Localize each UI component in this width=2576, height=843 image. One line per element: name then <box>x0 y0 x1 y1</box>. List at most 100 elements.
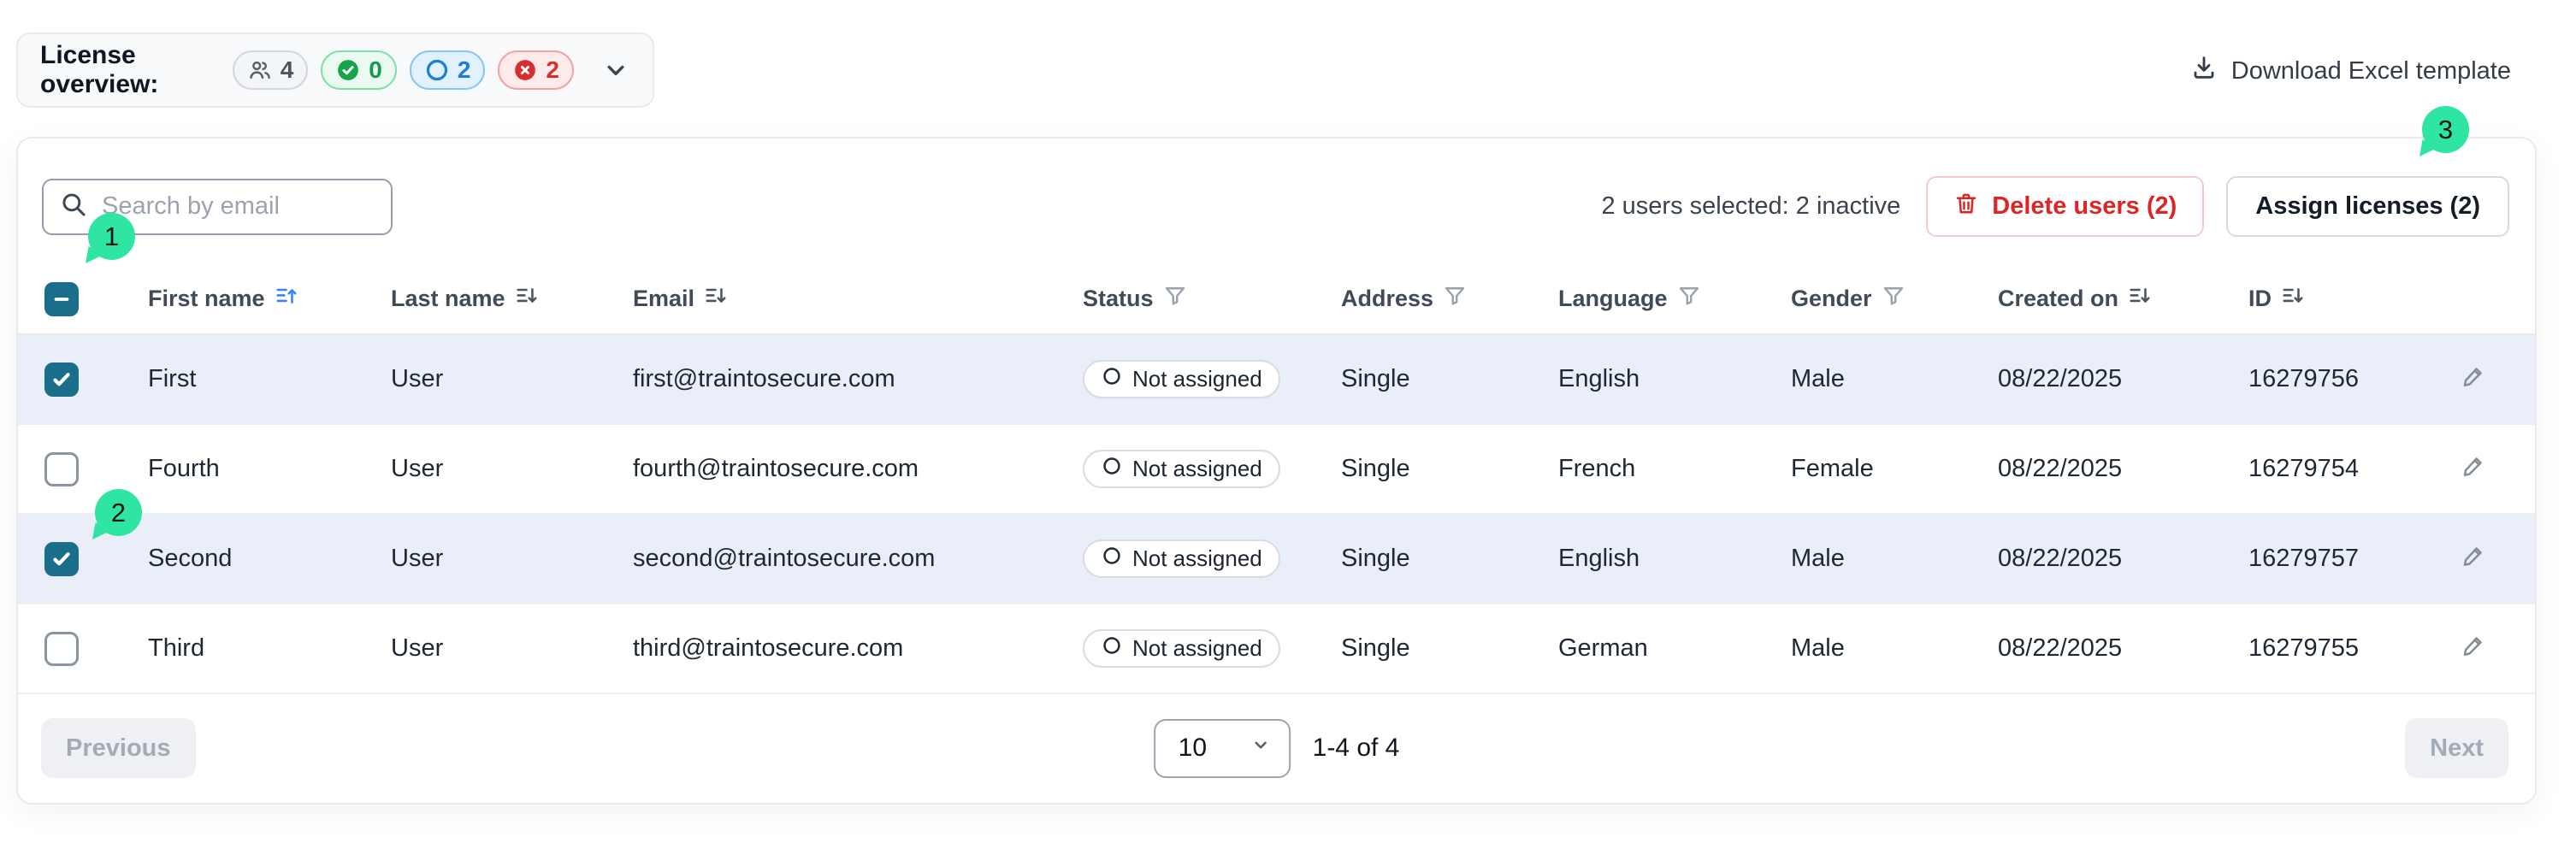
cell-language: German <box>1558 634 1791 663</box>
badge-inactive: 2 <box>498 50 574 90</box>
row-checkbox[interactable] <box>44 452 79 486</box>
previous-button[interactable]: Previous <box>41 718 196 778</box>
cell-last-name: User <box>391 634 633 663</box>
table-row: Second User second@traintosecure.com Not… <box>18 515 2535 604</box>
status-badge: Not assigned <box>1083 539 1280 578</box>
column-header-status[interactable]: Status <box>1083 284 1341 314</box>
users-table-panel: 2 users selected: 2 inactive Delete user… <box>16 137 2537 805</box>
cell-id: 16279756 <box>2248 365 2460 393</box>
table-row: First User first@traintosecure.com Not a… <box>18 335 2535 425</box>
chevron-down-icon <box>1250 734 1272 763</box>
cell-email: first@traintosecure.com <box>633 365 1083 393</box>
badge-total-users: 4 <box>233 50 309 90</box>
table-row: Third User third@traintosecure.com Not a… <box>18 604 2535 694</box>
check-circle-icon <box>335 57 361 83</box>
download-label: Download Excel template <box>2231 57 2511 85</box>
sort-asc-active-icon <box>275 284 298 314</box>
delete-users-button[interactable]: Delete users (2) <box>1926 176 2204 237</box>
cell-email: third@traintosecure.com <box>633 634 1083 663</box>
annotation-step-2: 2 <box>95 489 142 536</box>
cell-last-name: User <box>391 545 633 573</box>
edit-pencil-icon[interactable] <box>2460 363 2487 397</box>
select-all-checkbox[interactable] <box>44 282 79 316</box>
badge-assigned: 0 <box>321 50 397 90</box>
annotation-step-3: 3 <box>2422 106 2469 153</box>
cell-email: fourth@traintosecure.com <box>633 455 1083 483</box>
license-management-page: License overview: 4 0 2 2 Download Excel… <box>0 0 2576 843</box>
edit-pencil-icon[interactable] <box>2460 542 2487 576</box>
filter-icon <box>1163 284 1187 314</box>
badge-inactive-value: 2 <box>546 56 559 84</box>
selection-summary: 2 users selected: 2 inactive <box>1601 192 1900 221</box>
pagination-range: 1-4 of 4 <box>1313 734 1400 763</box>
cell-created-on: 08/22/2025 <box>1998 455 2248 483</box>
column-header-last-name[interactable]: Last name <box>391 284 633 314</box>
cell-first-name: Third <box>148 634 391 663</box>
filter-icon <box>1882 284 1905 314</box>
pagination-bar: Previous 10 1-4 of 4 Next <box>18 694 2535 802</box>
license-overview-bar: License overview: 4 0 2 2 <box>16 32 654 108</box>
column-header-created-on[interactable]: Created on <box>1998 284 2248 314</box>
edit-pencil-icon[interactable] <box>2460 632 2487 666</box>
trash-icon <box>1953 191 1979 223</box>
assign-licenses-button[interactable]: Assign licenses (2) <box>2226 176 2509 237</box>
status-badge: Not assigned <box>1083 450 1280 488</box>
search-input[interactable] <box>102 192 375 221</box>
cell-language: English <box>1558 545 1791 573</box>
column-header-first-name[interactable]: First name <box>148 284 391 314</box>
badge-in-progress-value: 2 <box>458 56 471 84</box>
table-header-row: First name Last name Email Status Addres… <box>18 264 2535 335</box>
delete-users-label: Delete users (2) <box>1992 192 2177 221</box>
cell-email: second@traintosecure.com <box>633 545 1083 573</box>
table-toolbar: 2 users selected: 2 inactive Delete user… <box>18 139 2535 237</box>
chevron-down-icon[interactable] <box>601 56 630 85</box>
cell-gender: Male <box>1791 545 1998 573</box>
x-circle-icon <box>512 57 538 83</box>
filter-icon <box>1443 284 1467 314</box>
cell-language: French <box>1558 455 1791 483</box>
status-circle-icon <box>1101 545 1123 573</box>
license-overview-label: License overview: <box>40 41 217 99</box>
users-icon <box>247 57 273 83</box>
column-header-email[interactable]: Email <box>633 284 1083 314</box>
row-checkbox[interactable] <box>44 542 79 576</box>
circle-icon <box>424 57 450 83</box>
status-badge: Not assigned <box>1083 629 1280 668</box>
badge-assigned-value: 0 <box>369 56 382 84</box>
row-checkbox[interactable] <box>44 363 79 397</box>
cell-created-on: 08/22/2025 <box>1998 634 2248 663</box>
cell-gender: Male <box>1791 365 1998 393</box>
cell-address: Single <box>1341 455 1558 483</box>
status-circle-icon <box>1101 634 1123 663</box>
download-icon <box>2190 54 2218 88</box>
cell-language: English <box>1558 365 1791 393</box>
cell-created-on: 08/22/2025 <box>1998 365 2248 393</box>
status-circle-icon <box>1101 365 1123 393</box>
cell-first-name: Fourth <box>148 455 391 483</box>
license-overview-badges: 4 0 2 2 <box>233 50 574 90</box>
row-checkbox[interactable] <box>44 632 79 666</box>
status-circle-icon <box>1101 455 1123 483</box>
page-size-value: 10 <box>1179 734 1207 763</box>
download-excel-template-button[interactable]: Download Excel template <box>2190 50 2511 92</box>
cell-id: 16279755 <box>2248 634 2460 663</box>
cell-id: 16279757 <box>2248 545 2460 573</box>
status-badge: Not assigned <box>1083 360 1280 398</box>
sort-desc-icon <box>704 284 728 314</box>
column-header-id[interactable]: ID <box>2248 284 2460 314</box>
cell-first-name: Second <box>148 545 391 573</box>
sort-desc-icon <box>515 284 539 314</box>
sort-desc-icon <box>2128 284 2152 314</box>
column-header-address[interactable]: Address <box>1341 284 1558 314</box>
table-row: Fourth User fourth@traintosecure.com Not… <box>18 425 2535 515</box>
cell-first-name: First <box>148 365 391 393</box>
page-size-select[interactable]: 10 <box>1154 719 1291 778</box>
edit-pencil-icon[interactable] <box>2460 452 2487 486</box>
column-header-language[interactable]: Language <box>1558 284 1791 314</box>
cell-address: Single <box>1341 634 1558 663</box>
assign-licenses-label: Assign licenses (2) <box>2255 192 2480 221</box>
next-button[interactable]: Next <box>2405 718 2508 778</box>
cell-address: Single <box>1341 365 1558 393</box>
column-header-gender[interactable]: Gender <box>1791 284 1998 314</box>
search-icon <box>59 190 88 223</box>
